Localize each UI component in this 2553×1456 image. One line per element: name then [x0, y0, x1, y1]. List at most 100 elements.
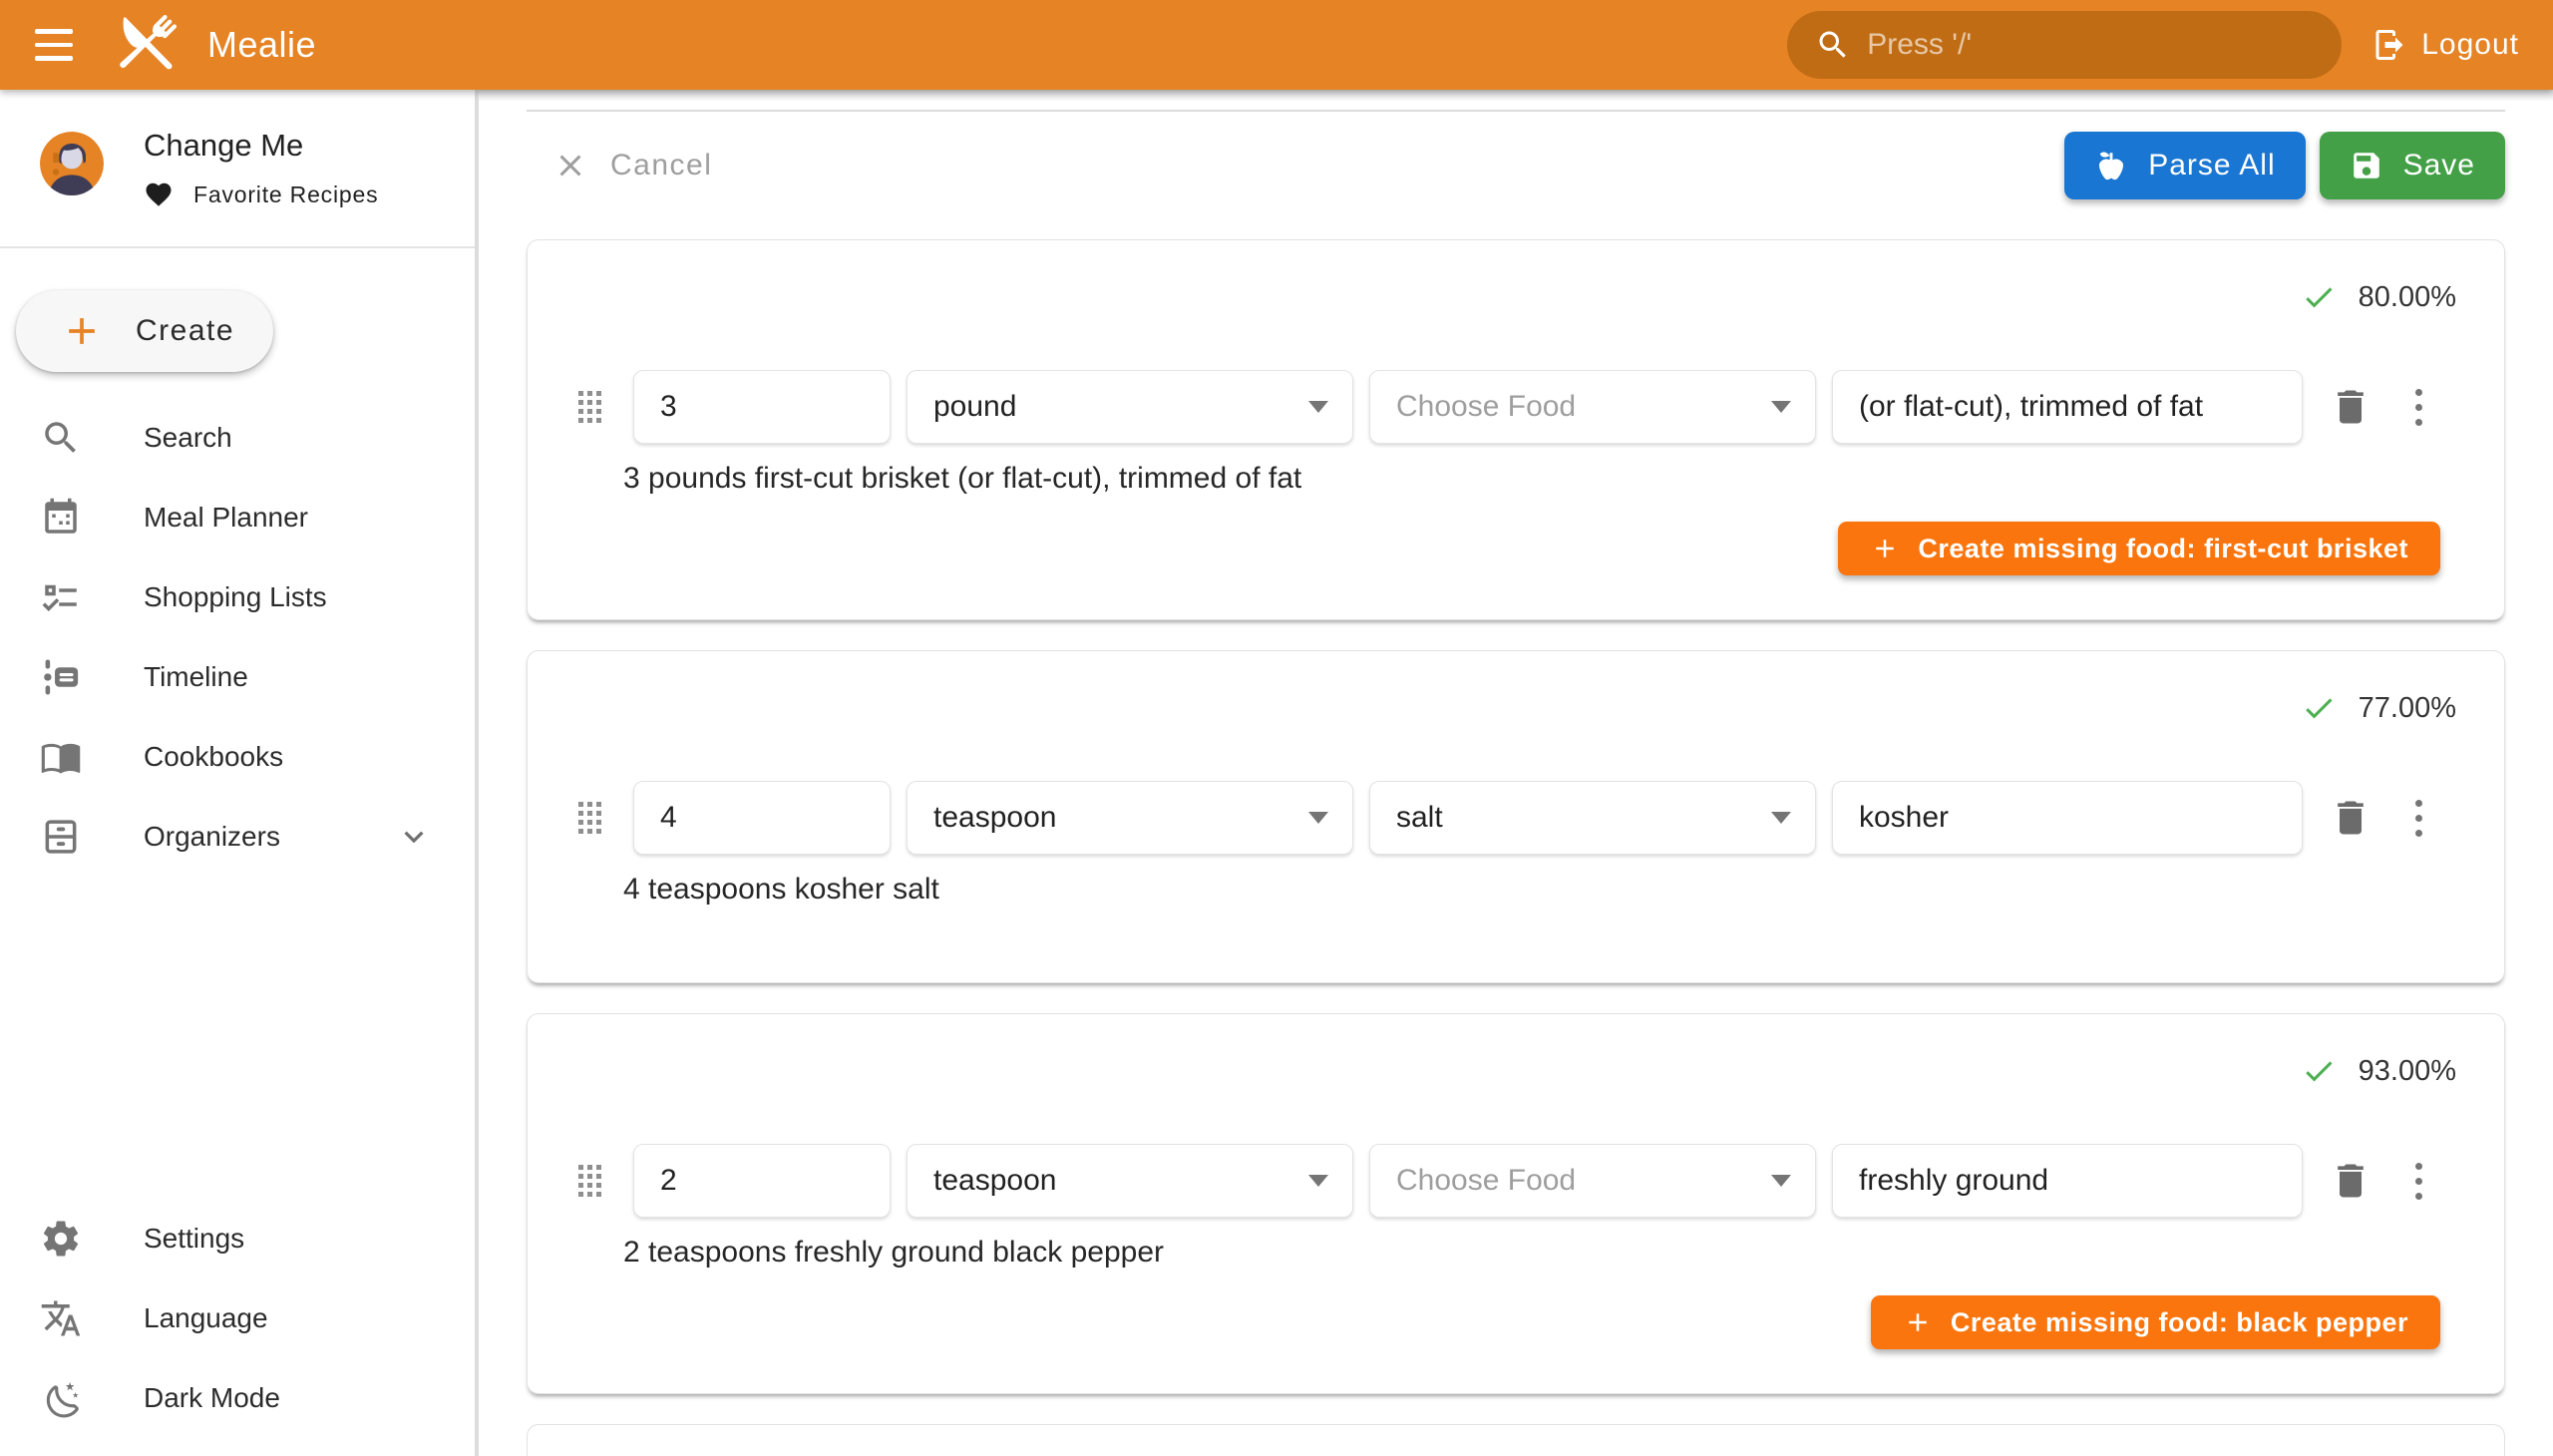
ingredient-card: 77.00% teaspoon salt — [527, 650, 2505, 983]
logout-icon — [2371, 27, 2407, 63]
sidebar-item-search[interactable]: Search — [0, 398, 479, 478]
translate-icon — [40, 1297, 82, 1339]
more-options-button[interactable] — [2398, 796, 2438, 840]
quantity-input[interactable] — [633, 1144, 891, 1218]
gear-icon — [40, 1218, 82, 1260]
app-title: Mealie — [207, 24, 316, 66]
scrolled-card-edge — [527, 110, 2505, 112]
confidence-value: 77.00% — [2359, 692, 2456, 725]
sidebar-item-dark-mode[interactable]: Dark Mode — [0, 1358, 479, 1438]
chevron-down-icon — [395, 818, 433, 856]
delete-button[interactable] — [2329, 796, 2372, 840]
parse-all-button[interactable]: Parse All — [2064, 132, 2305, 199]
sidebar-item-shopping-lists[interactable]: Shopping Lists — [0, 557, 479, 637]
drag-handle-icon[interactable] — [575, 389, 603, 425]
create-missing-food-button[interactable]: Create missing food: first-cut brisket — [1838, 522, 2440, 575]
moon-icon — [40, 1377, 82, 1419]
unit-select[interactable]: pound — [907, 370, 1353, 444]
unit-select[interactable]: teaspoon — [907, 781, 1353, 855]
more-options-button[interactable] — [2398, 1159, 2438, 1203]
sidebar-item-settings[interactable]: Settings — [0, 1199, 479, 1278]
heart-icon — [144, 180, 174, 209]
favorite-recipes-link[interactable]: Favorite Recipes — [144, 180, 378, 209]
sidebar: Change Me Favorite Recipes Create — [0, 90, 479, 1456]
timeline-icon — [40, 656, 82, 698]
confidence-indicator: 93.00% — [575, 1054, 2456, 1088]
mealie-logo-icon — [108, 6, 185, 84]
user-section: Change Me Favorite Recipes — [0, 90, 479, 226]
dropdown-arrow-icon — [1308, 812, 1328, 824]
sidebar-item-cookbooks[interactable]: Cookbooks — [0, 717, 479, 797]
dropdown-arrow-icon — [1771, 812, 1791, 824]
check-icon — [2301, 1053, 2337, 1089]
parser-toolbar: Cancel Parse All Save — [527, 132, 2505, 199]
ingredient-editor-row: pound Choose Food — [575, 370, 2456, 444]
food-select[interactable]: Choose Food — [1369, 370, 1816, 444]
close-icon — [552, 148, 588, 183]
cancel-button[interactable]: Cancel — [552, 148, 712, 183]
checklist-icon — [40, 576, 82, 618]
more-options-button[interactable] — [2398, 385, 2438, 429]
quantity-input[interactable] — [633, 781, 891, 855]
sidebar-footer: Settings Language Dark Mode — [0, 1199, 479, 1438]
trash-icon — [2329, 385, 2372, 429]
original-ingredient-text: 3 pounds first-cut brisket (or flat-cut)… — [623, 462, 2456, 496]
delete-button[interactable] — [2329, 1159, 2372, 1203]
confidence-indicator: 80.00% — [575, 280, 2456, 314]
dropdown-arrow-icon — [1308, 401, 1328, 413]
plus-icon — [60, 309, 104, 353]
create-button[interactable]: Create — [16, 290, 273, 372]
sidebar-scrollbar[interactable] — [475, 90, 479, 1456]
sidebar-item-timeline[interactable]: Timeline — [0, 637, 479, 717]
drag-handle-icon[interactable] — [575, 800, 603, 836]
avatar[interactable] — [40, 132, 104, 195]
quantity-input[interactable] — [633, 370, 891, 444]
dropdown-arrow-icon — [1771, 401, 1791, 413]
sidebar-item-organizers[interactable]: Organizers — [0, 797, 479, 877]
logout-button[interactable]: Logout — [2371, 27, 2519, 63]
ingredient-card: 80.00% pound Choose Food — [527, 239, 2505, 620]
create-missing-food-button[interactable]: Create missing food: black pepper — [1871, 1295, 2440, 1349]
search-icon — [40, 417, 82, 459]
dropdown-arrow-icon — [1308, 1175, 1328, 1187]
confidence-value: 93.00% — [2359, 1055, 2456, 1088]
menu-icon[interactable] — [26, 15, 86, 75]
ingredient-editor-row: teaspoon salt — [575, 781, 2456, 855]
note-input[interactable] — [1832, 370, 2303, 444]
ingredient-card: 93.00% teaspoon Choose Food — [527, 1013, 2505, 1394]
ingredient-parser-panel: Cancel Parse All Save 80 — [479, 90, 2553, 1456]
sidebar-item-language[interactable]: Language — [0, 1278, 479, 1358]
save-button[interactable]: Save — [2320, 132, 2505, 199]
delete-button[interactable] — [2329, 385, 2372, 429]
search-icon — [1815, 27, 1851, 63]
apple-icon — [2094, 149, 2128, 182]
save-icon — [2350, 149, 2383, 182]
mealie-app: Mealie Logout — [0, 0, 2553, 1456]
food-select[interactable]: Choose Food — [1369, 1144, 1816, 1218]
logout-label: Logout — [2421, 28, 2519, 62]
original-ingredient-text: 2 teaspoons freshly ground black pepper — [623, 1236, 2456, 1270]
sidebar-nav: Search Meal Planner Shopping Lists — [0, 398, 479, 877]
trash-icon — [2329, 1159, 2372, 1203]
check-icon — [2301, 690, 2337, 726]
confidence-value: 80.00% — [2359, 281, 2456, 314]
original-ingredient-text: 4 teaspoons kosher salt — [623, 873, 2456, 907]
sidebar-divider — [0, 246, 479, 248]
check-icon — [2301, 279, 2337, 315]
book-icon — [40, 736, 82, 778]
confidence-indicator: 77.00% — [575, 691, 2456, 725]
food-select[interactable]: salt — [1369, 781, 1816, 855]
ingredient-editor-row: teaspoon Choose Food — [575, 1144, 2456, 1218]
cabinet-icon — [40, 816, 82, 858]
search-input[interactable] — [1867, 28, 2314, 62]
dropdown-arrow-icon — [1771, 1175, 1791, 1187]
plus-icon — [1870, 534, 1900, 563]
favorite-recipes-label: Favorite Recipes — [193, 182, 378, 208]
search-bar[interactable] — [1787, 11, 2342, 79]
note-input[interactable] — [1832, 1144, 2303, 1218]
app-bar: Mealie Logout — [0, 0, 2553, 90]
drag-handle-icon[interactable] — [575, 1163, 603, 1199]
sidebar-item-meal-planner[interactable]: Meal Planner — [0, 478, 479, 557]
unit-select[interactable]: teaspoon — [907, 1144, 1353, 1218]
note-input[interactable] — [1832, 781, 2303, 855]
